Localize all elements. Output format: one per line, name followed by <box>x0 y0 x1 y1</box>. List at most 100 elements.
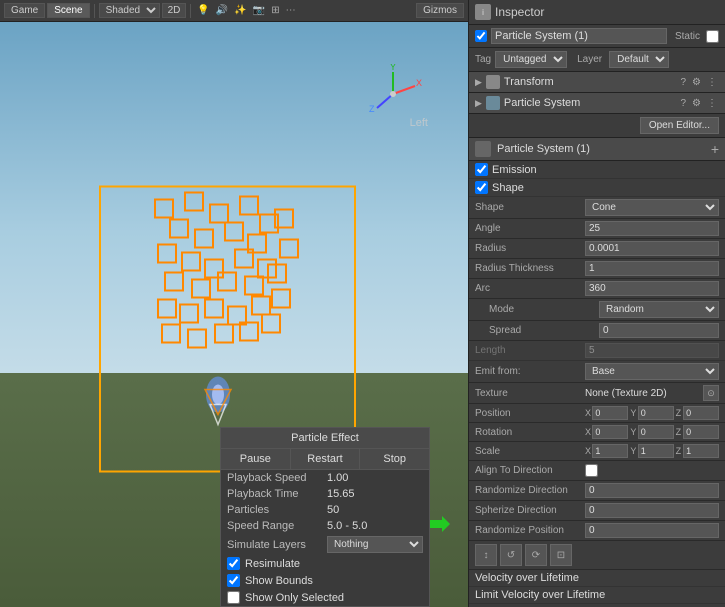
arc-label: Arc <box>475 283 585 294</box>
radius-thickness-input[interactable] <box>585 261 719 276</box>
resimulate-row: Resimulate <box>221 555 429 572</box>
transform-menu[interactable]: ⋮ <box>705 77 719 88</box>
mode-row: Mode Random Loop <box>469 299 725 321</box>
randomize-direction-input[interactable] <box>585 483 719 498</box>
resimulate-checkbox[interactable] <box>227 557 240 570</box>
ps-menu[interactable]: ⋮ <box>705 98 719 109</box>
length-input[interactable] <box>585 343 719 358</box>
scale-z-input[interactable] <box>683 444 719 458</box>
align-direction-label: Align To Direction <box>475 465 585 476</box>
transform-arrow: ▶ <box>475 77 482 88</box>
scene-view[interactable]: Y X Z Left Particle Effect Pause Restart… <box>0 22 468 607</box>
ps-system-name: Particle System (1) <box>497 143 711 155</box>
ps-btns: ? ⚙ ⋮ <box>678 98 719 109</box>
radius-input[interactable] <box>585 241 719 256</box>
grid-icon[interactable]: ⊞ <box>269 5 281 16</box>
sound-icon[interactable]: 🔊 <box>214 5 230 16</box>
scale-icon-btn[interactable]: ⟳ <box>525 544 547 566</box>
velocity-lifetime-module[interactable]: Velocity over Lifetime <box>469 570 725 587</box>
shape-select[interactable]: Cone Sphere Box <box>585 199 719 216</box>
transform-settings[interactable]: ⚙ <box>690 77 703 88</box>
move-icon-btn[interactable]: ↕ <box>475 544 497 566</box>
align-direction-checkbox[interactable] <box>585 464 598 477</box>
inspector-title: Inspector <box>495 5 544 19</box>
texture-value: None (Texture 2D) <box>585 388 703 399</box>
texture-picker-btn[interactable]: ⊙ <box>703 385 719 401</box>
camera-icon[interactable]: 📷 <box>251 5 267 16</box>
arc-input[interactable] <box>585 281 719 296</box>
spherize-direction-input[interactable] <box>585 503 719 518</box>
radius-thickness-row: Radius Thickness <box>469 259 725 279</box>
rot-z-input[interactable] <box>683 425 719 439</box>
rotate-icon-btn[interactable]: ↺ <box>500 544 522 566</box>
shading-mode-select[interactable]: Shaded <box>99 3 160 18</box>
emit-from-select[interactable]: Base Volume <box>585 363 719 380</box>
more-icon[interactable]: ⋯ <box>284 5 298 16</box>
gizmos-button[interactable]: Gizmos <box>416 3 464 18</box>
spherize-direction-label: Spherize Direction <box>475 505 585 516</box>
pos-z-axis: Z <box>676 408 682 418</box>
emission-toggle[interactable]: Emission <box>469 161 725 179</box>
particle-system-header[interactable]: ▶ Particle System ? ⚙ ⋮ <box>469 93 725 114</box>
ps-enabled-checkbox[interactable] <box>475 30 487 42</box>
spread-input[interactable] <box>599 323 719 338</box>
playback-time-value: 15.65 <box>327 488 355 500</box>
scale-z-field: Z <box>676 444 719 458</box>
mode-select[interactable]: Random Loop <box>599 301 719 318</box>
axis-widget: Y X Z <box>363 64 423 124</box>
pos-y-input[interactable] <box>638 406 674 420</box>
rot-x-input[interactable] <box>592 425 628 439</box>
show-only-selected-checkbox[interactable] <box>227 591 240 604</box>
shape-toggle[interactable]: Shape <box>469 179 725 197</box>
2d-toggle[interactable]: 2D <box>162 3 187 18</box>
emission-checkbox[interactable] <box>475 163 488 176</box>
pos-x-input[interactable] <box>592 406 628 420</box>
ps-settings[interactable]: ⚙ <box>690 98 703 109</box>
ps-name-input[interactable] <box>491 28 667 44</box>
pos-z-input[interactable] <box>683 406 719 420</box>
scene-tab[interactable]: Scene <box>47 3 89 18</box>
scale-x-input[interactable] <box>592 444 628 458</box>
show-bounds-checkbox[interactable] <box>227 574 240 587</box>
open-editor-button[interactable]: Open Editor... <box>640 117 719 134</box>
ps-add-button[interactable]: + <box>711 141 719 157</box>
pos-y-axis: Y <box>630 408 636 418</box>
pos-y-field: Y <box>630 406 673 420</box>
shape-prop-row: Shape Cone Sphere Box <box>469 197 725 219</box>
tag-select[interactable]: Untagged <box>495 51 567 68</box>
inspector-body[interactable]: Emission Shape Shape Cone Sphere Box Ang… <box>469 161 725 607</box>
transform-header[interactable]: ▶ Transform ? ⚙ ⋮ <box>469 72 725 93</box>
position-fields: X Y Z <box>585 406 719 420</box>
ps-help[interactable]: ? <box>678 98 688 109</box>
randomize-direction-label: Randomize Direction <box>475 485 585 496</box>
layer-select[interactable]: Default <box>609 51 669 68</box>
randomize-direction-row: Randomize Direction <box>469 481 725 501</box>
pause-button[interactable]: Pause <box>221 449 291 469</box>
stop-button[interactable]: Stop <box>360 449 429 469</box>
effect-icon[interactable]: ✨ <box>232 5 248 16</box>
speed-range-row: Speed Range 5.0 - 5.0 <box>221 518 429 534</box>
scale-y-input[interactable] <box>638 444 674 458</box>
playback-speed-row: Playback Speed 1.00 <box>221 470 429 486</box>
transform-help[interactable]: ? <box>678 77 688 88</box>
texture-row: Texture None (Texture 2D) ⊙ <box>469 383 725 404</box>
simulate-layers-row: Simulate Layers Nothing Everything <box>221 534 429 555</box>
randomize-position-input[interactable] <box>585 523 719 538</box>
light-icon[interactable]: 💡 <box>195 5 211 16</box>
angle-input[interactable] <box>585 221 719 236</box>
game-tab[interactable]: Game <box>4 3 45 18</box>
radius-row: Radius <box>469 239 725 259</box>
limit-velocity-label: Limit Velocity over Lifetime <box>475 589 605 601</box>
ps-name-row: Static <box>469 25 725 48</box>
limit-velocity-module[interactable]: Limit Velocity over Lifetime <box>469 587 725 604</box>
static-checkbox[interactable] <box>706 30 719 43</box>
rot-y-field: Y <box>630 425 673 439</box>
rect-icon-btn[interactable]: ⊡ <box>550 544 572 566</box>
particles-row: Particles 50 <box>221 502 429 518</box>
restart-button[interactable]: Restart <box>291 449 361 469</box>
rot-y-input[interactable] <box>638 425 674 439</box>
emit-from-row: Emit from: Base Volume <box>469 361 725 383</box>
emission-label: Emission <box>492 164 537 176</box>
simulate-layers-select[interactable]: Nothing Everything <box>327 536 423 553</box>
shape-checkbox[interactable] <box>475 181 488 194</box>
